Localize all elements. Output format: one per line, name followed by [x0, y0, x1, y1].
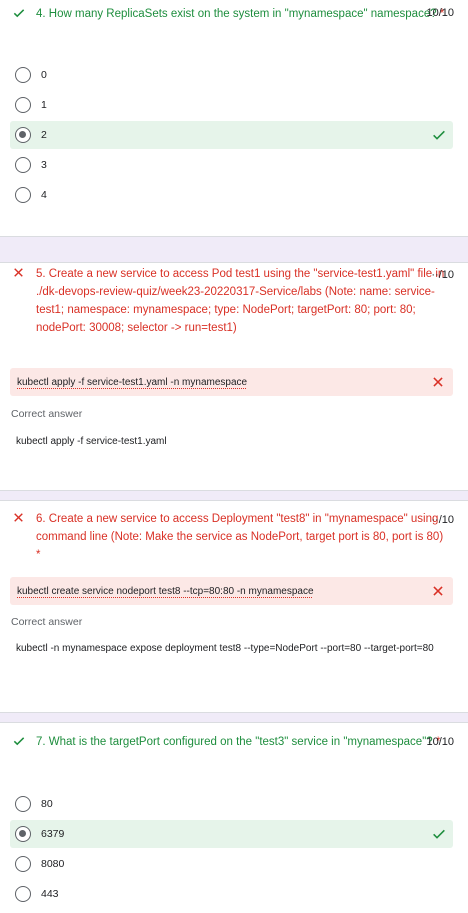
your-answer: kubectl create service nodeport test8 --…	[10, 577, 453, 605]
radio-button[interactable]	[15, 886, 31, 902]
option-label: 8080	[41, 858, 65, 870]
question-score: ··/10	[431, 269, 454, 281]
question-title: 5. Create a new service to access Pod te…	[36, 268, 445, 334]
question-score: 10/10	[426, 736, 454, 748]
check-icon	[12, 734, 32, 753]
question-6-header: 6. Create a new service to access Deploy…	[12, 510, 456, 564]
correct-answer-text: kubectl apply -f service-test1.yaml	[16, 436, 167, 447]
question-score: ··/10	[431, 514, 454, 526]
answer-text: kubectl create service nodeport test8 --…	[17, 585, 314, 597]
question-5-card: 5. Create a new service to access Pod te…	[0, 263, 468, 490]
question-score: 10/10	[426, 7, 454, 19]
radio-button-selected[interactable]	[15, 127, 31, 143]
option-4[interactable]: 4	[10, 181, 453, 209]
question-title: 4. How many ReplicaSets exist on the sys…	[36, 8, 445, 20]
radio-button-selected[interactable]	[15, 826, 31, 842]
section-divider	[0, 236, 468, 263]
radio-button[interactable]	[15, 187, 31, 203]
option-3[interactable]: 443	[10, 880, 453, 908]
check-icon	[431, 127, 447, 143]
question-7-card: 7. What is the targetPort configured on …	[0, 723, 468, 913]
option-label: 3	[41, 159, 47, 171]
option-3[interactable]: 3	[10, 151, 453, 179]
option-0[interactable]: 80	[10, 790, 453, 818]
section-divider	[0, 490, 468, 501]
radio-button[interactable]	[15, 67, 31, 83]
question-4-header: 4. How many ReplicaSets exist on the sys…	[12, 5, 456, 25]
answer-text: kubectl apply -f service-test1.yaml -n m…	[17, 376, 248, 388]
radio-button[interactable]	[15, 856, 31, 872]
question-5-header: 5. Create a new service to access Pod te…	[12, 265, 456, 337]
radio-button[interactable]	[15, 157, 31, 173]
option-1-selected[interactable]: 6379	[10, 820, 453, 848]
option-label: 0	[41, 69, 47, 81]
check-icon	[431, 826, 447, 842]
option-2-selected[interactable]: 2	[10, 121, 453, 149]
cross-icon	[12, 511, 32, 564]
cross-icon	[12, 266, 32, 337]
option-0[interactable]: 0	[10, 61, 453, 89]
radio-button[interactable]	[15, 97, 31, 113]
question-7-header: 7. What is the targetPort configured on …	[12, 733, 456, 753]
cross-icon	[431, 375, 445, 389]
option-label: 2	[41, 129, 47, 141]
option-label: 1	[41, 99, 47, 111]
cross-icon	[431, 584, 445, 598]
question-title: 7. What is the targetPort configured on …	[36, 736, 441, 748]
question-4-card: 4. How many ReplicaSets exist on the sys…	[0, 0, 468, 236]
option-1[interactable]: 1	[10, 91, 453, 119]
option-label: 6379	[41, 828, 65, 840]
your-answer: kubectl apply -f service-test1.yaml -n m…	[10, 368, 453, 396]
correct-answer-label: Correct answer	[11, 408, 83, 420]
correct-answer-label: Correct answer	[11, 616, 83, 628]
radio-button[interactable]	[15, 796, 31, 812]
option-2[interactable]: 8080	[10, 850, 453, 878]
check-icon	[12, 6, 32, 25]
question-6-card: 6. Create a new service to access Deploy…	[0, 501, 468, 712]
option-label: 443	[41, 888, 59, 900]
option-label: 80	[41, 798, 53, 810]
option-label: 4	[41, 189, 47, 201]
section-divider	[0, 712, 468, 723]
correct-answer-text: kubectl -n mynamespace expose deployment…	[16, 643, 434, 654]
question-title: 6. Create a new service to access Deploy…	[36, 513, 444, 561]
